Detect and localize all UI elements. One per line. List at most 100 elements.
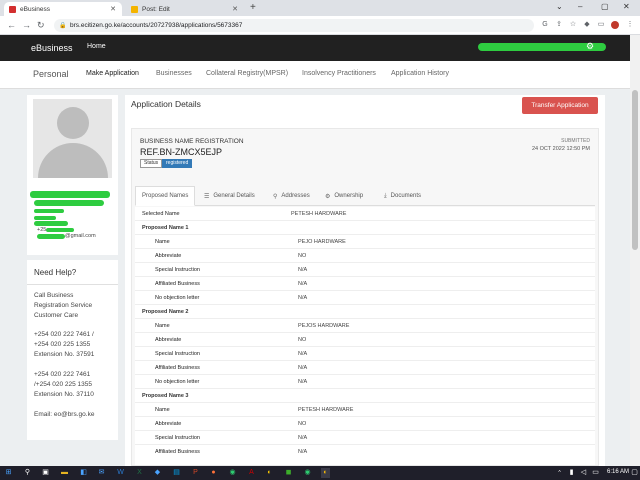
windows-start-icon[interactable]: ⊞ (4, 468, 13, 478)
proposed-name-heading: Proposed Name 3 (135, 388, 595, 402)
status-label: Status (140, 159, 163, 168)
chrome-active-icon[interactable]: ◐ (321, 468, 330, 478)
battery-icon[interactable]: ▭ (591, 468, 600, 478)
extension-icon[interactable]: ◆ (583, 21, 591, 29)
nav-businesses[interactable]: Businesses (156, 70, 192, 77)
help-email[interactable]: Email: eo@brs.go.ke (34, 410, 94, 420)
app-icon[interactable]: ◆ (153, 468, 162, 478)
row-value: PEJOS HARDWARE (298, 323, 350, 329)
help-phone: +254 020 222 7461 (34, 371, 91, 378)
chrome-icon[interactable]: ◐ (265, 468, 274, 478)
excel-icon[interactable]: X (135, 468, 144, 478)
nav-collateral-registry[interactable]: Collateral Registry(MPSR) (206, 70, 288, 77)
help-phone: +254 020 225 1355 (34, 341, 91, 348)
tab-label: Proposed Names (142, 193, 189, 199)
selected-name-row: Selected Name PETESH HARDWARE (135, 207, 595, 221)
profile-avatar-icon[interactable] (611, 21, 619, 29)
url-input[interactable]: 🔒 brs.ecitizen.go.ke/accounts/20727938/a… (54, 19, 534, 32)
close-tab-icon[interactable]: ✕ (232, 5, 238, 13)
minimize-icon[interactable]: – (578, 2, 582, 11)
user-settings-icon[interactable]: ⚙ (586, 41, 594, 52)
help-phones-1: +254 020 222 7461 / +254 020 225 1355 Ex… (34, 330, 94, 360)
close-tab-icon[interactable]: ✕ (110, 5, 116, 13)
split-view-icon[interactable]: ▭ (597, 21, 605, 29)
close-window-icon[interactable]: ✕ (623, 2, 630, 11)
row-label: Abbreviate (155, 337, 182, 343)
home-link[interactable]: Home (87, 43, 106, 50)
help-title: Need Help? (34, 268, 77, 277)
proposed-names-pane: Selected Name PETESH HARDWARE Proposed N… (135, 207, 595, 465)
system-clock[interactable]: 6:16 AM (607, 469, 629, 475)
app-icon[interactable]: ◉ (303, 468, 312, 478)
mail-icon[interactable]: ✉ (97, 468, 106, 478)
tab-ownership[interactable]: ⚙ Ownership (325, 186, 363, 206)
firefox-icon[interactable]: ● (209, 468, 218, 478)
section-heading: Proposed Name 1 (142, 225, 189, 231)
acrobat-icon[interactable]: A (247, 468, 256, 478)
sub-navigation: Personal Make Application Businesses Col… (0, 61, 640, 89)
tab-proposed-names[interactable]: Proposed Names (135, 186, 196, 206)
map-pin-icon: ⚲ (273, 193, 278, 200)
browser-tab-ebusiness[interactable]: eBusiness ✕ (4, 2, 122, 16)
store-icon[interactable]: ◧ (79, 468, 88, 478)
table-row: No objection letter N/A (135, 290, 595, 304)
notification-icon[interactable]: ▢ (630, 468, 639, 478)
tab-search-icon[interactable]: ⌄ (556, 2, 563, 11)
back-icon[interactable]: ← (7, 20, 16, 30)
avatar-head-icon (57, 107, 89, 139)
transfer-application-button[interactable]: Transfer Application (522, 97, 598, 114)
row-label: No objection letter (155, 295, 200, 301)
tab-documents[interactable]: ⤓ Documents (384, 186, 421, 206)
file-explorer-icon[interactable]: ▬ (60, 468, 69, 478)
nav-make-application[interactable]: Make Application (86, 70, 139, 77)
app-icon[interactable]: ◼ (284, 468, 293, 478)
browser-tab-title: Post: Edit (142, 5, 170, 13)
tab-general-details[interactable]: ☰ General Details (204, 186, 255, 206)
powerpoint-icon[interactable]: P (191, 468, 200, 478)
scrollbar-thumb[interactable] (632, 90, 638, 250)
app-icon[interactable]: ◉ (228, 468, 237, 478)
table-row: Abbreviate NO (135, 416, 595, 430)
new-tab-button[interactable]: + (250, 2, 256, 13)
google-icon[interactable]: G (541, 21, 549, 29)
help-phones-2: +254 020 222 7461 /+254 020 225 1355 Ext… (34, 370, 94, 400)
help-extension: Extension No. 37110 (34, 391, 94, 398)
ebusiness-favicon-icon (9, 5, 16, 13)
reload-icon[interactable]: ↻ (37, 20, 45, 31)
volume-icon[interactable]: ◁ (579, 468, 588, 478)
browser-tab-bar: eBusiness ✕ Post: Edit ✕ + ⌄ – ▢ ✕ (0, 0, 640, 16)
detail-tabs: Proposed Names ☰ General Details ⚲ Addre… (135, 186, 595, 206)
avatar-body-icon (38, 143, 108, 178)
post-favicon-icon (131, 5, 138, 13)
word-icon[interactable]: W (116, 468, 125, 478)
maximize-icon[interactable]: ▢ (601, 2, 609, 11)
help-call-text: Call Business Registration Service Custo… (34, 291, 92, 321)
help-line: Call Business (34, 292, 74, 299)
row-value: PETESH HARDWARE (298, 407, 354, 413)
lock-icon: 🔒 (59, 23, 67, 29)
redacted-phone (46, 228, 74, 232)
download-icon: ⤓ (384, 192, 387, 199)
registration-type: BUSINESS NAME REGISTRATION (140, 138, 244, 145)
task-view-icon[interactable]: ▣ (41, 468, 50, 478)
share-icon[interactable]: ⇪ (555, 21, 563, 29)
photos-icon[interactable]: ▤ (172, 468, 181, 478)
nav-insolvency-practitioners[interactable]: Insolvency Practitioners (302, 70, 376, 77)
browser-tab-post-edit[interactable]: Post: Edit ✕ (126, 2, 244, 16)
row-label: Abbreviate (155, 421, 182, 427)
browser-menu-icon[interactable]: ⋮ (626, 21, 634, 29)
network-icon[interactable]: ▮ (567, 468, 576, 478)
bookmark-star-icon[interactable]: ☆ (569, 21, 577, 29)
registration-box: BUSINESS NAME REGISTRATION REF.BN-ZMCX5E… (131, 128, 599, 466)
tray-chevron-icon[interactable]: ^ (555, 468, 564, 478)
address-bar: ← → ↻ 🔒 brs.ecitizen.go.ke/accounts/2072… (0, 16, 640, 35)
tab-label: Addresses (281, 193, 310, 199)
search-icon[interactable]: ⚲ (23, 468, 32, 478)
forward-icon[interactable]: → (22, 20, 31, 30)
redacted-name (30, 191, 110, 198)
app-header: eBusiness Home ⚙ (0, 35, 640, 61)
tab-addresses[interactable]: ⚲ Addresses (273, 186, 310, 206)
nav-application-history[interactable]: Application History (391, 70, 449, 77)
brand-logo[interactable]: eBusiness (31, 43, 73, 53)
divider (27, 284, 118, 285)
